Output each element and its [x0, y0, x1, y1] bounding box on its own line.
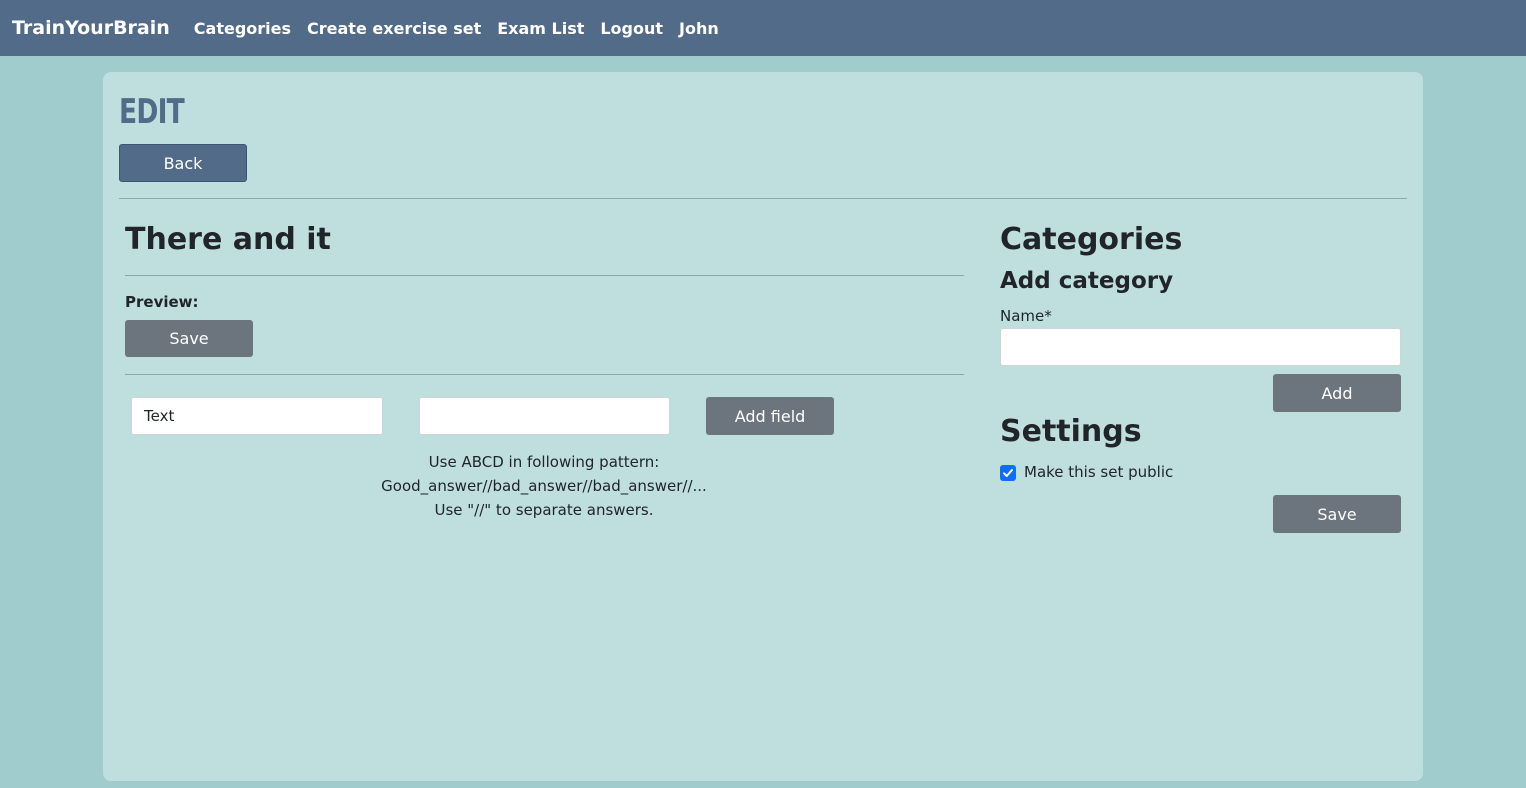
- nav-link-categories[interactable]: Categories: [194, 19, 291, 38]
- divider-exercise-title: [125, 275, 964, 276]
- category-name-input[interactable]: [1000, 328, 1401, 366]
- preview-label: Preview:: [125, 293, 199, 311]
- back-button[interactable]: Back: [119, 144, 247, 182]
- hint-line: Use "//" to separate answers.: [434, 501, 654, 519]
- brand-logo[interactable]: TrainYourBrain: [12, 17, 170, 39]
- checkmark-icon: [1003, 469, 1013, 477]
- main-panel: Edit Back There and it Preview: Save Add…: [103, 72, 1423, 781]
- field-value-input[interactable]: [419, 397, 670, 435]
- add-category-button[interactable]: Add: [1273, 374, 1401, 412]
- hint-line: Good_answer//bad_answer//bad_answer//...: [381, 477, 707, 495]
- public-checkbox-label[interactable]: Make this set public: [1024, 463, 1173, 481]
- nav-link-exam-list[interactable]: Exam List: [497, 19, 584, 38]
- answer-pattern-hint: Use ABCD in following pattern: Good_answ…: [343, 450, 745, 522]
- nav-link-logout[interactable]: Logout: [600, 19, 663, 38]
- category-name-label: Name*: [1000, 307, 1052, 325]
- nav-link-user[interactable]: John: [679, 19, 719, 38]
- field-type-input[interactable]: [131, 397, 383, 435]
- exercise-title: There and it: [125, 222, 331, 257]
- add-field-button[interactable]: Add field: [706, 397, 834, 435]
- page-title-text: Edit: [119, 92, 185, 132]
- divider-preview: [125, 374, 964, 375]
- navbar: TrainYourBrain Categories Create exercis…: [0, 0, 1526, 56]
- nav-link-create-exercise-set[interactable]: Create exercise set: [307, 19, 481, 38]
- page-title: Edit: [119, 92, 185, 132]
- add-category-title: Add category: [1000, 268, 1174, 294]
- save-settings-button[interactable]: Save: [1273, 495, 1401, 533]
- settings-title: Settings: [1000, 414, 1142, 449]
- save-exercise-button[interactable]: Save: [125, 320, 253, 357]
- public-checkbox[interactable]: [1000, 465, 1016, 481]
- categories-title: Categories: [1000, 222, 1183, 257]
- divider-top: [119, 198, 1407, 199]
- hint-line: Use ABCD in following pattern:: [428, 453, 660, 471]
